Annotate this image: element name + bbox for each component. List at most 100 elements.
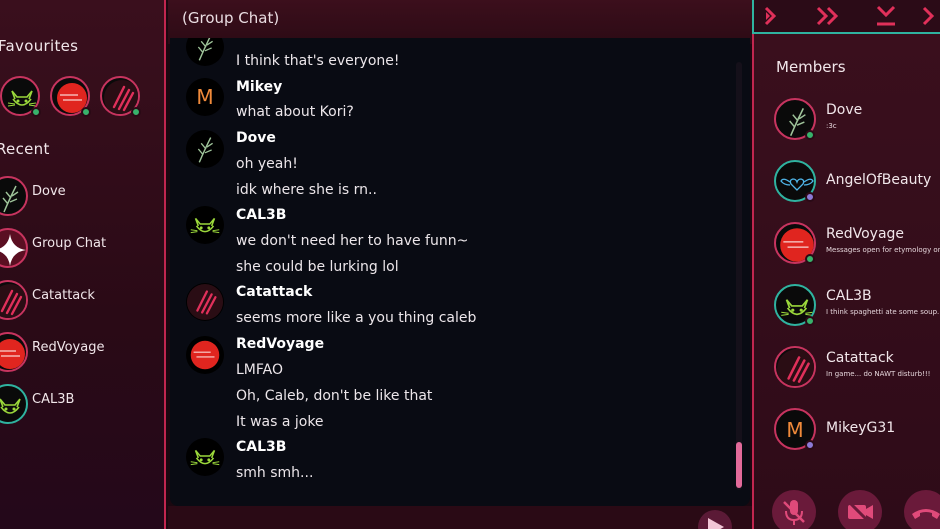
avatar[interactable]: M [186, 78, 224, 116]
cat-icon [190, 449, 220, 466]
online-dot [131, 107, 141, 117]
recent-item-redvoyage[interactable]: RedVoyage [0, 332, 164, 376]
video-off-icon [846, 499, 874, 527]
online-dot [81, 107, 91, 117]
member-name: CAL3B [826, 288, 872, 304]
member-name: Dove [826, 102, 863, 118]
idle-dot [805, 192, 815, 202]
message-text: idk where she is rn.. [236, 182, 377, 198]
member-name: MikeyG31 [826, 420, 896, 436]
message-text: Oh, Caleb, don't be like that [236, 388, 433, 404]
red-planet-icon [190, 340, 220, 370]
hang-up-button[interactable] [904, 490, 940, 529]
member-dove[interactable]: Dove :3c [774, 98, 940, 142]
claw-scratch-icon [186, 283, 224, 321]
double-chevron-right-icon[interactable] [814, 3, 842, 29]
message-text: I think that's everyone! [236, 53, 400, 69]
message-text: LMFAO [236, 362, 283, 378]
message-text: smh smh... [236, 465, 314, 481]
avatar [774, 346, 816, 388]
red-planet-icon [0, 339, 25, 369]
members-panel: Members Dove :3c AngelOfBeauty RedVoyage… [752, 34, 940, 529]
member-status: In game... do NAWT disturb!!! [826, 370, 931, 378]
member-catattack[interactable]: Catattack In game... do NAWT disturb!!! [774, 346, 940, 390]
scrollbar-track[interactable] [736, 62, 742, 490]
message-author[interactable]: Mikey [236, 79, 282, 95]
avatar[interactable] [186, 283, 224, 321]
message-list[interactable]: I think that's everyone! M Mikey what ab… [170, 38, 750, 506]
member-status: :3c [826, 122, 837, 130]
mute-mic-button[interactable] [772, 490, 816, 529]
avatar [186, 38, 224, 66]
svg-text:M: M [786, 418, 803, 442]
member-redvoyage[interactable]: RedVoyage Messages open for etymology on [774, 222, 940, 266]
online-dot [31, 107, 41, 117]
recent-item-group-chat[interactable]: Group Chat [0, 228, 164, 272]
hang-up-icon [912, 509, 940, 519]
scrollbar-thumb[interactable] [736, 442, 742, 488]
member-name: RedVoyage [826, 226, 905, 242]
recent-item-label: CAL3B [32, 392, 75, 407]
members-title: Members [776, 58, 846, 76]
message-author[interactable]: CAL3B [236, 207, 286, 223]
avatar [0, 332, 28, 372]
message-author[interactable]: Catattack [236, 284, 312, 300]
plant-sprig-icon [197, 137, 213, 163]
avatar[interactable] [186, 130, 224, 168]
member-mikeyg31[interactable]: M MikeyG31 [774, 408, 940, 452]
recent-item-label: RedVoyage [32, 340, 105, 355]
recent-title: Recent [0, 140, 50, 158]
avatar [0, 176, 28, 216]
send-button[interactable] [698, 510, 732, 529]
recent-item-label: Catattack [32, 288, 95, 303]
member-status: I think spaghetti ate some soup... [826, 308, 940, 316]
arrow-right-icon[interactable] [920, 3, 940, 29]
avatar [0, 384, 28, 424]
avatar[interactable] [186, 336, 224, 374]
message-text: oh yeah! [236, 156, 298, 172]
avatar [0, 228, 28, 268]
member-name: AngelOfBeauty [826, 172, 932, 188]
online-dot [805, 254, 815, 264]
message-author[interactable]: Dove [236, 130, 276, 146]
message-author[interactable]: CAL3B [236, 439, 286, 455]
download-icon[interactable] [872, 3, 900, 29]
cat-icon [0, 398, 21, 414]
member-name: Catattack [826, 350, 894, 366]
chat-title: (Group Chat) [182, 9, 280, 27]
idle-dot [805, 440, 815, 450]
recent-item-label: Group Chat [32, 236, 107, 251]
member-angelofbeauty[interactable]: AngelOfBeauty [774, 160, 940, 204]
recent-item-cal3b[interactable]: CAL3B [0, 384, 164, 428]
recent-item-label: Dove [32, 184, 66, 199]
window-controls [752, 0, 940, 34]
member-cal3b[interactable]: CAL3B I think spaghetti ate some soup... [774, 284, 940, 328]
avatar[interactable] [186, 206, 224, 244]
online-dot [805, 316, 815, 326]
message-text: we don't need her to have funn~ [236, 233, 469, 249]
member-status: Messages open for etymology on [826, 246, 940, 254]
svg-text:M: M [196, 85, 213, 109]
left-sidebar: Favourites Recent Dove Group Chat Catatt… [0, 0, 166, 529]
letter-m-avatar-icon: M [196, 85, 213, 109]
cat-icon [190, 217, 220, 234]
claw-scratch-icon [0, 284, 26, 318]
message-author[interactable]: RedVoyage [236, 336, 324, 352]
avatar[interactable] [186, 438, 224, 476]
message-input-area[interactable] [168, 506, 752, 529]
fast-forward-icon[interactable] [760, 3, 788, 29]
mute-mic-icon [783, 500, 805, 525]
plant-sprig-icon [197, 38, 213, 61]
plant-sprig-icon [2, 185, 19, 213]
message-text: seems more like a you thing caleb [236, 310, 477, 326]
online-dot [805, 130, 815, 140]
avatar [0, 280, 28, 320]
message-text: she could be lurking lol [236, 259, 399, 275]
recent-item-catattack[interactable]: Catattack [0, 280, 164, 324]
recent-item-dove[interactable]: Dove [0, 176, 164, 220]
sparkle-icon [0, 234, 26, 266]
message-text: what about Kori? [236, 104, 354, 120]
message-text: It was a joke [236, 414, 324, 430]
video-off-button[interactable] [838, 490, 882, 529]
favourites-title: Favourites [0, 37, 79, 55]
